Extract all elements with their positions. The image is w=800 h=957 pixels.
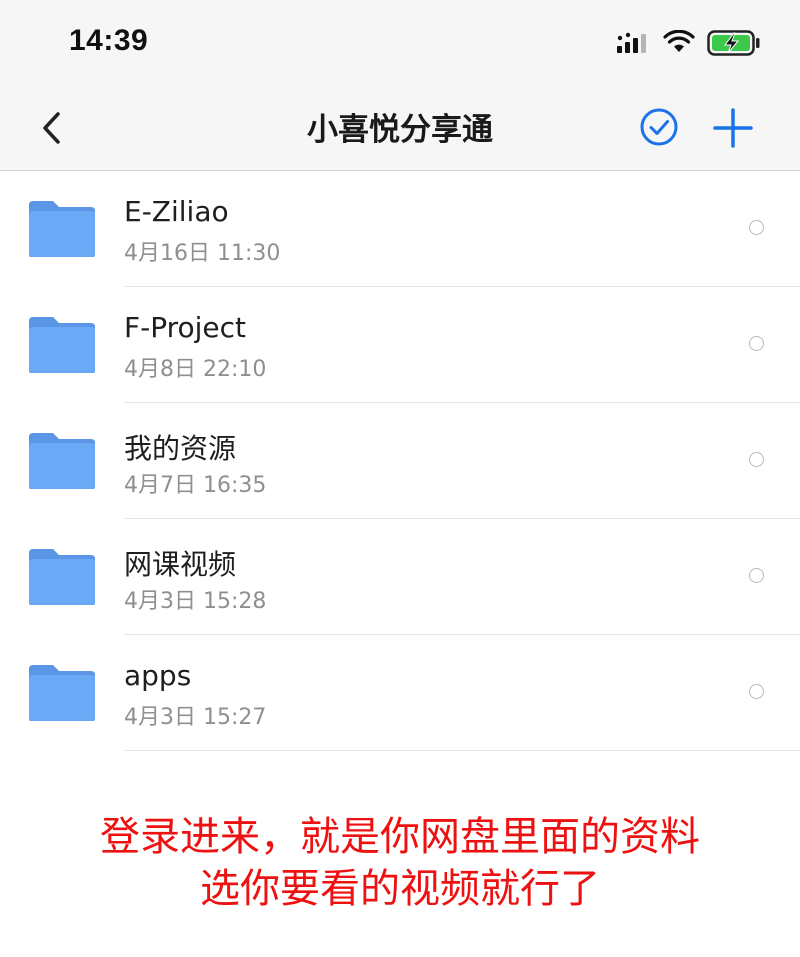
- file-row[interactable]: F-Project 4月8日 22:10: [0, 287, 800, 403]
- folder-icon: [29, 549, 95, 605]
- file-name: E-Ziliao: [124, 195, 229, 228]
- row-divider: [124, 750, 800, 751]
- file-row[interactable]: apps 4月3日 15:27: [0, 635, 800, 751]
- select-radio[interactable]: [749, 568, 764, 583]
- chevron-left-icon: [43, 112, 60, 144]
- file-date: 4月3日 15:27: [124, 705, 267, 730]
- battery-charging-icon: [707, 30, 760, 56]
- folder-icon: [29, 433, 95, 489]
- file-row[interactable]: 我的资源 4月7日 16:35: [0, 403, 800, 519]
- wifi-icon: [663, 30, 695, 52]
- file-date: 4月7日 16:35: [124, 473, 267, 498]
- file-name: apps: [124, 659, 192, 692]
- check-circle-icon: [640, 108, 678, 146]
- file-name: F-Project: [124, 311, 247, 344]
- folder-icon: [29, 317, 95, 373]
- folder-icon: [29, 665, 95, 721]
- top-bar: 14:39 小喜悦分享通: [0, 0, 800, 171]
- file-row[interactable]: E-Ziliao 4月16日 11:30: [0, 171, 800, 287]
- page-title: 小喜悦分享通: [307, 112, 493, 148]
- caption-line-1: 登录进来，就是你网盘里面的资料: [100, 814, 700, 860]
- select-radio[interactable]: [749, 336, 764, 351]
- file-list: E-Ziliao 4月16日 11:30 F-Project 4月8日 22:1…: [0, 171, 800, 751]
- select-radio[interactable]: [749, 220, 764, 235]
- file-date: 4月8日 22:10: [124, 357, 267, 382]
- file-name: 网课视频: [124, 548, 237, 581]
- signal-icon: [617, 32, 646, 53]
- file-date: 4月16日 11:30: [124, 241, 281, 266]
- file-name: 我的资源: [124, 432, 237, 465]
- select-button[interactable]: [638, 106, 680, 148]
- caption-line-2: 选你要看的视频就行了: [200, 866, 600, 912]
- select-radio[interactable]: [749, 452, 764, 467]
- status-time: 14:39: [69, 24, 149, 57]
- file-row[interactable]: 网课视频 4月3日 15:28: [0, 519, 800, 635]
- file-date: 4月3日 15:28: [124, 589, 267, 614]
- folder-icon: [29, 201, 95, 257]
- back-button[interactable]: [34, 104, 74, 152]
- add-button[interactable]: [711, 106, 755, 150]
- plus-icon: [713, 108, 753, 148]
- select-radio[interactable]: [749, 684, 764, 699]
- screen: 14:39 小喜悦分享通 E-Ziliao 4月16日 11:30 F-Proj…: [0, 0, 800, 957]
